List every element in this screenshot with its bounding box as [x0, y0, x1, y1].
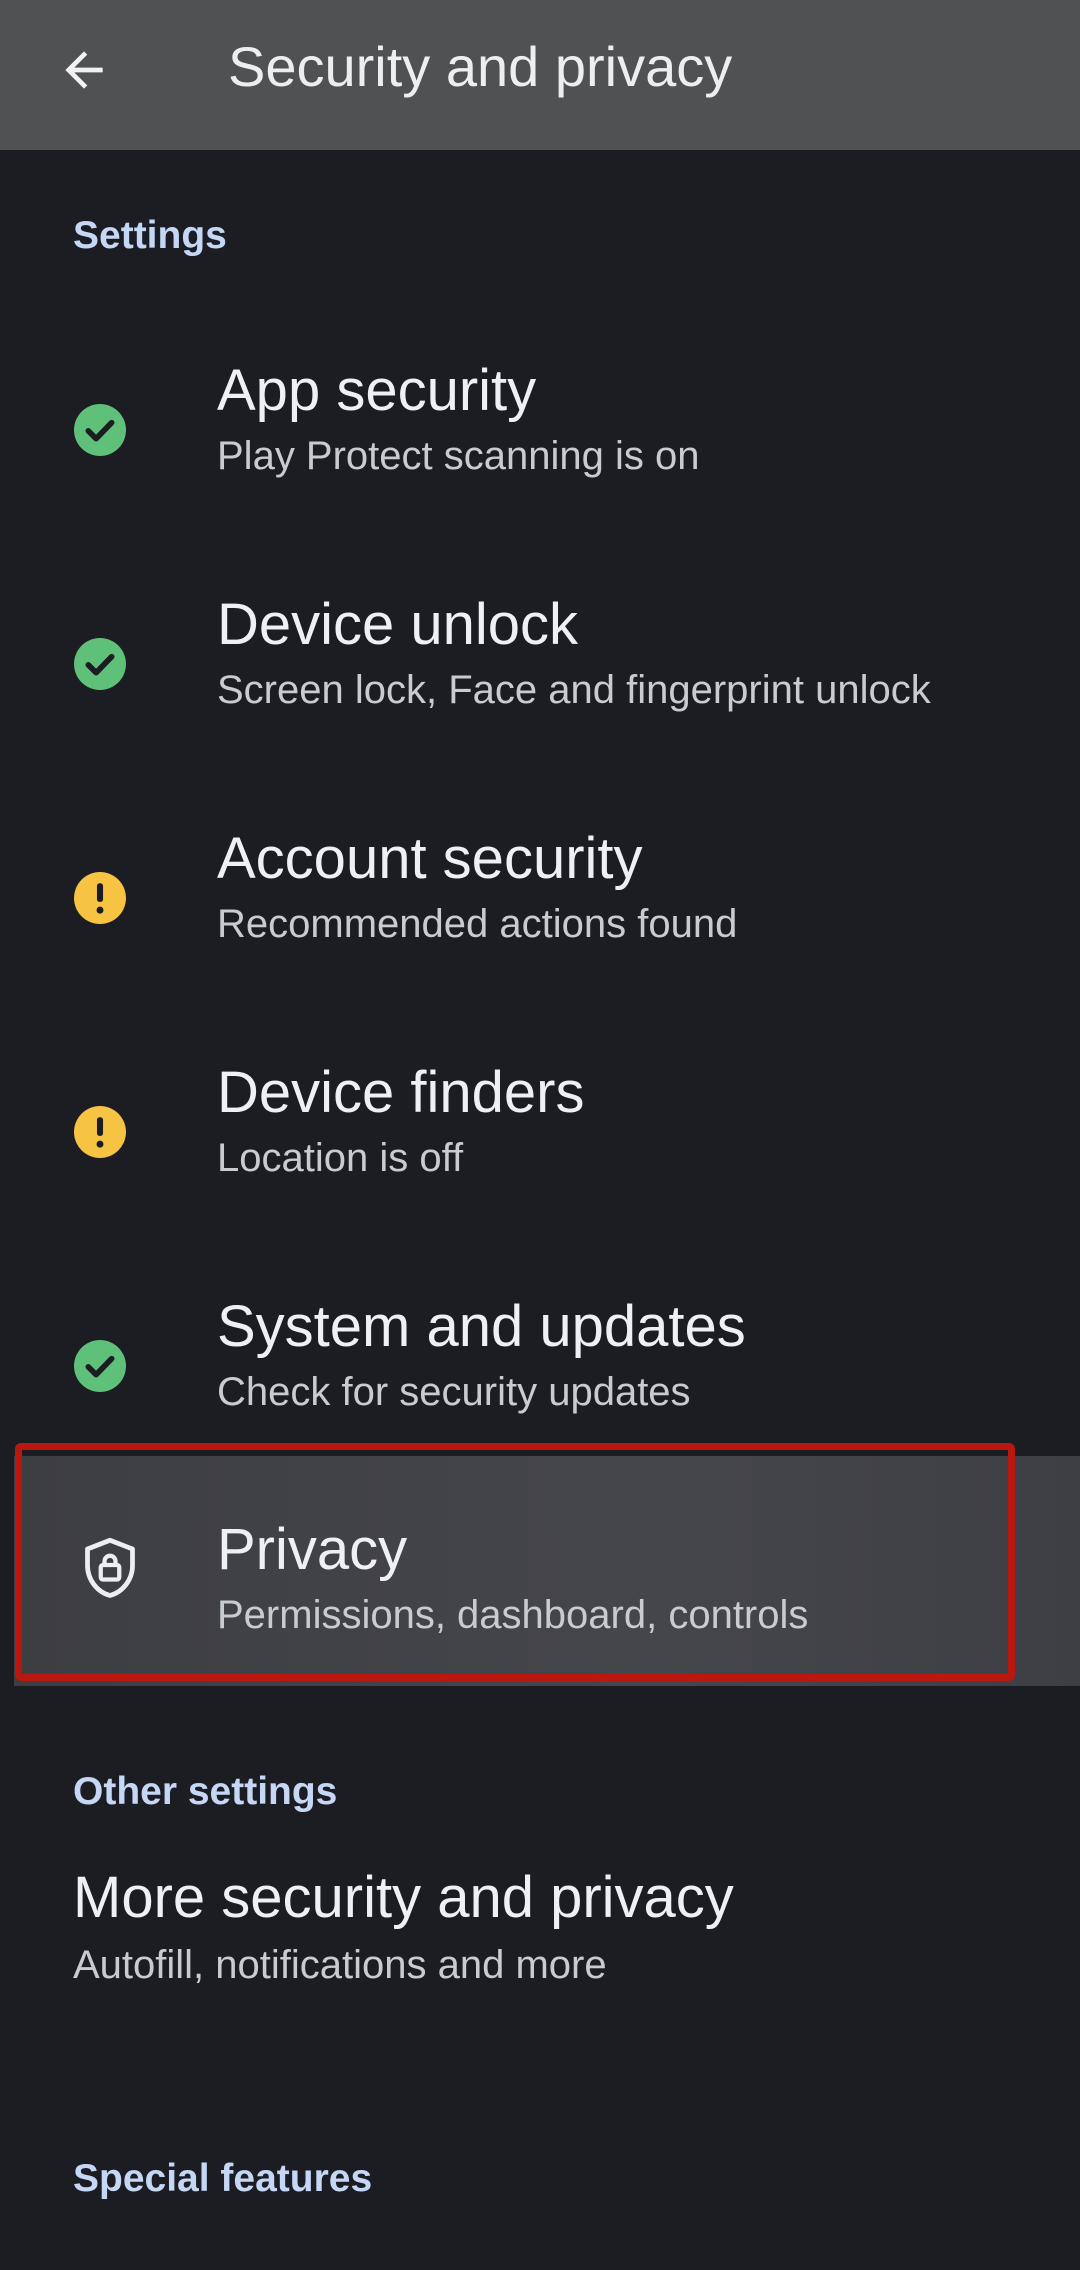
item-subtitle: Autofill, notifications and more: [73, 1943, 607, 1987]
warning-circle-icon: [74, 1106, 126, 1158]
app-bar: Security and privacy: [0, 0, 1080, 150]
check-circle-icon: [74, 638, 126, 690]
item-title: Account security: [217, 826, 643, 891]
item-title: Device finders: [217, 1060, 585, 1125]
item-subtitle: Recommended actions found: [217, 902, 738, 946]
section-header-settings: Settings: [73, 214, 227, 257]
item-subtitle: Permissions, dashboard, controls: [217, 1593, 809, 1637]
item-title: App security: [217, 358, 537, 423]
settings-item-system-updates[interactable]: System and updates Check for security up…: [0, 1249, 1080, 1483]
back-button[interactable]: [44, 30, 124, 110]
item-subtitle: Check for security updates: [217, 1370, 691, 1414]
shield-lock-icon: [85, 1537, 135, 1598]
arrow-back-icon: [65, 51, 103, 89]
page-title: Security and privacy: [228, 35, 733, 98]
settings-item-privacy[interactable]: Privacy Permissions, dashboard, controls: [14, 1456, 1080, 1686]
item-subtitle: Screen lock, Face and fingerprint unlock: [217, 668, 931, 712]
item-title: More security and privacy: [73, 1865, 734, 1930]
settings-item-app-security[interactable]: App security Play Protect scanning is on: [0, 313, 1080, 547]
warning-circle-icon: [74, 872, 126, 924]
check-circle-icon: [74, 1340, 126, 1392]
settings-item-device-finders[interactable]: Device finders Location is off: [0, 1015, 1080, 1249]
item-title: System and updates: [217, 1294, 746, 1359]
settings-item-account-security[interactable]: Account security Recommended actions fou…: [0, 781, 1080, 1015]
item-title: Privacy: [217, 1517, 408, 1582]
item-subtitle: Location is off: [217, 1136, 464, 1180]
item-subtitle: Play Protect scanning is on: [217, 434, 700, 478]
section-header-special-features: Special features: [73, 2157, 373, 2200]
item-title: Device unlock: [217, 592, 579, 657]
check-circle-icon: [74, 404, 126, 456]
settings-item-more-security[interactable]: More security and privacy Autofill, noti…: [0, 1862, 1080, 2052]
settings-item-device-unlock[interactable]: Device unlock Screen lock, Face and fing…: [0, 547, 1080, 781]
section-header-other-settings: Other settings: [73, 1770, 338, 1813]
